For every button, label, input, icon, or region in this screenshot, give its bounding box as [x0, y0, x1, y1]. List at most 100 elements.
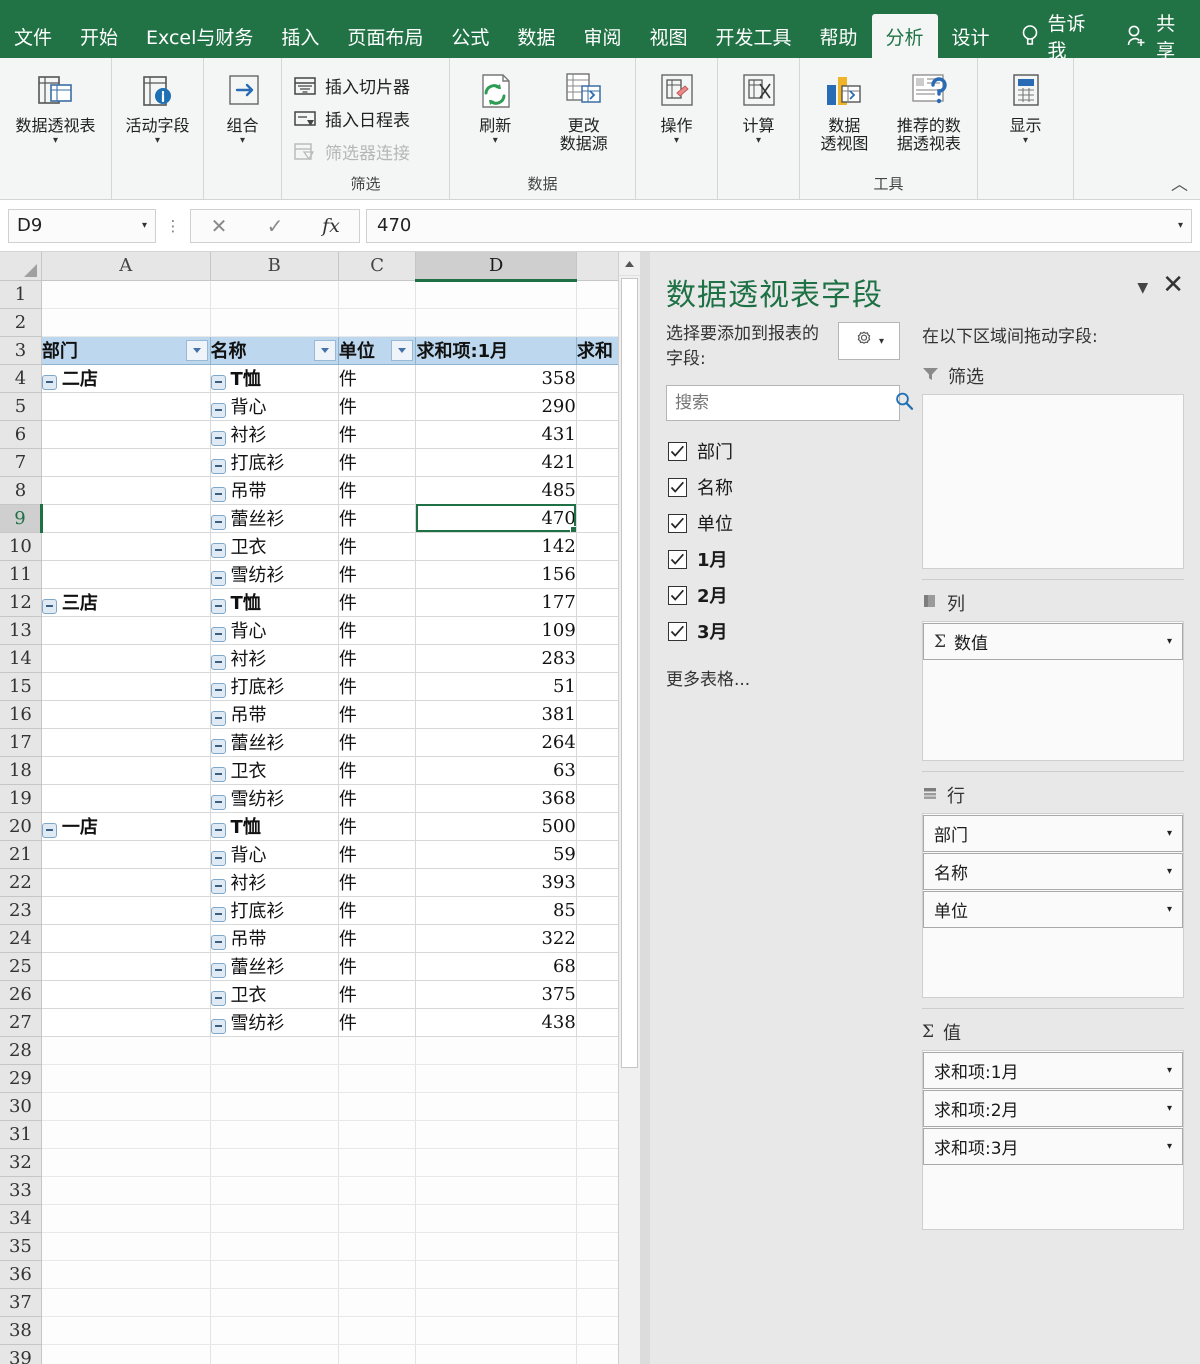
column-header-b[interactable]: B — [210, 252, 339, 281]
ribbon-tab-excel-finance[interactable]: Excel与财务 — [132, 14, 267, 58]
cell-d23[interactable]: 85 — [415, 896, 577, 925]
cell-b13[interactable]: 背心 — [210, 616, 339, 645]
zone-filters-body[interactable] — [922, 394, 1184, 569]
cell-a33[interactable] — [41, 1176, 211, 1205]
cell-b15[interactable]: 打底衫 — [210, 672, 339, 701]
cell-b7[interactable]: 打底衫 — [210, 448, 339, 477]
cell-d1[interactable] — [415, 280, 577, 309]
cell-c24[interactable]: 件 — [338, 924, 417, 953]
cell-c13[interactable]: 件 — [338, 616, 417, 645]
cell-c11[interactable]: 件 — [338, 560, 417, 589]
cell-d17[interactable]: 264 — [415, 728, 577, 757]
cell-a16[interactable] — [41, 700, 211, 729]
cell-d11[interactable]: 156 — [415, 560, 577, 589]
cell-d38[interactable] — [415, 1316, 577, 1345]
cell-a24[interactable] — [41, 924, 211, 953]
cell-a28[interactable] — [41, 1035, 211, 1065]
field-pill-values[interactable]: Σ 数值 ▾ — [923, 623, 1183, 660]
cell-c15[interactable]: 件 — [338, 672, 417, 701]
cell-d35[interactable] — [415, 1232, 577, 1261]
cell-b16[interactable]: 吊带 — [210, 700, 339, 729]
cell-a25[interactable] — [41, 952, 211, 981]
cell-a23[interactable] — [41, 896, 211, 925]
cell-b8[interactable]: 吊带 — [210, 476, 339, 505]
cell-d37[interactable] — [415, 1288, 577, 1317]
cell-b26[interactable]: 卫衣 — [210, 980, 339, 1009]
row-header-24[interactable]: 24 — [0, 924, 42, 953]
cell-a30[interactable] — [41, 1092, 211, 1121]
field-list-item-名称[interactable]: 名称 — [666, 469, 900, 505]
column-header-d[interactable]: D — [415, 252, 577, 282]
cell-a9[interactable] — [41, 504, 211, 533]
cell-d12[interactable]: 177 — [415, 588, 577, 617]
cell-b18[interactable]: 卫衣 — [210, 756, 339, 785]
row-header-31[interactable]: 31 — [0, 1120, 42, 1149]
cell-d25[interactable]: 68 — [415, 952, 577, 981]
cell-d36[interactable] — [415, 1260, 577, 1289]
collapse-group-icon[interactable] — [210, 682, 226, 698]
cell-d9[interactable]: 470 — [415, 504, 577, 533]
cell-a2[interactable] — [41, 308, 211, 337]
chevron-down-icon[interactable]: ▾ — [1167, 636, 1172, 647]
cell-c17[interactable]: 件 — [338, 728, 417, 757]
row-header-37[interactable]: 37 — [0, 1288, 42, 1317]
chevron-down-icon[interactable]: ▾ — [1167, 1141, 1172, 1152]
cell-a15[interactable] — [41, 672, 211, 701]
cell-a1[interactable] — [41, 280, 211, 309]
cell-b39[interactable] — [210, 1344, 339, 1364]
cell-a3-field-header[interactable]: 部门 — [41, 335, 211, 365]
cell-d22[interactable]: 393 — [415, 868, 577, 897]
cell-a19[interactable] — [41, 784, 211, 813]
cell-c1[interactable] — [338, 280, 417, 309]
pane-options-icon[interactable]: ▼ — [1137, 270, 1162, 296]
collapse-group-icon[interactable] — [41, 598, 57, 614]
insert-timeline-button[interactable]: 插入日程表 — [286, 105, 416, 132]
chevron-down-icon[interactable]: ▾ — [1023, 136, 1028, 146]
collapse-ribbon-button[interactable]: ︿ — [1171, 170, 1188, 195]
row-header-13[interactable]: 13 — [0, 616, 42, 645]
collapse-group-icon[interactable] — [210, 822, 226, 838]
close-icon[interactable]: ✕ — [1162, 270, 1184, 298]
row-header-28[interactable]: 28 — [0, 1036, 42, 1065]
recommended-pivot-button[interactable]: 推荐的数 据透视表 — [885, 64, 973, 154]
collapse-group-icon[interactable] — [210, 402, 226, 418]
tell-me-button[interactable]: 告诉我 — [1004, 13, 1109, 62]
cell-b35[interactable] — [210, 1232, 339, 1261]
zone-values-body[interactable]: 求和项:1月 ▾ 求和项:2月 ▾ 求和项:3月 ▾ — [922, 1050, 1184, 1230]
cell-d13[interactable]: 109 — [415, 616, 577, 645]
field-pill-unit[interactable]: 单位 ▾ — [923, 891, 1183, 928]
collapse-group-icon[interactable] — [41, 822, 57, 838]
formula-input[interactable]: 470 ▾ — [366, 208, 1192, 243]
ribbon-tab-开发工具[interactable]: 开发工具 — [701, 14, 805, 58]
cell-b1[interactable] — [210, 280, 339, 309]
cell-c39[interactable] — [338, 1344, 417, 1364]
row-header-9[interactable]: 9 — [0, 504, 43, 533]
cell-b4[interactable]: T恤 — [210, 364, 339, 393]
cell-a27[interactable] — [41, 1008, 211, 1037]
cell-c34[interactable] — [338, 1204, 417, 1233]
cell-b22[interactable]: 衬衫 — [210, 868, 339, 897]
cell-d7[interactable]: 421 — [415, 448, 577, 477]
cell-b2[interactable] — [210, 308, 339, 337]
insert-slicer-button[interactable]: 插入切片器 — [286, 72, 416, 99]
field-search-box[interactable] — [666, 385, 914, 422]
cell-b24[interactable]: 吊带 — [210, 924, 339, 953]
cell-c19[interactable]: 件 — [338, 784, 417, 813]
cell-b11[interactable]: 雪纺衫 — [210, 560, 339, 589]
more-tables-link[interactable]: 更多表格... — [666, 665, 900, 690]
accept-icon[interactable]: ✓ — [247, 210, 303, 242]
checkbox-icon[interactable] — [668, 477, 687, 497]
cell-a39[interactable] — [41, 1344, 211, 1364]
cell-d4[interactable]: 358 — [415, 364, 577, 393]
cell-b28[interactable] — [210, 1036, 339, 1065]
field-list-settings-button[interactable]: ▾ — [838, 322, 900, 360]
row-header-18[interactable]: 18 — [0, 756, 42, 785]
chevron-down-icon[interactable]: ▾ — [53, 136, 58, 146]
row-header-4[interactable]: 4 — [0, 364, 42, 393]
cell-b3-field-header[interactable]: 名称 — [210, 335, 339, 365]
row-header-6[interactable]: 6 — [0, 420, 42, 449]
cell-c10[interactable]: 件 — [338, 532, 417, 561]
cell-a14[interactable] — [41, 644, 211, 673]
row-header-36[interactable]: 36 — [0, 1260, 42, 1289]
cell-b12[interactable]: T恤 — [210, 588, 339, 617]
